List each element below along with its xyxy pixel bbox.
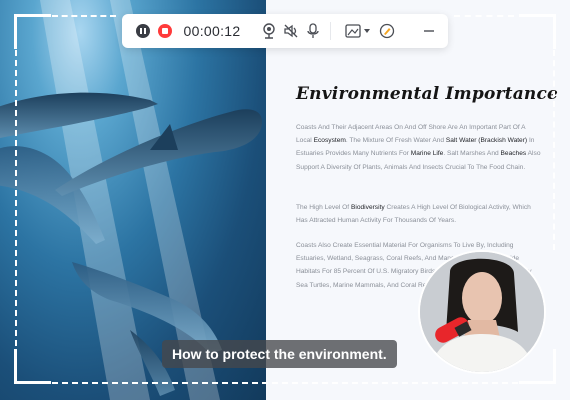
recording-toolbar: 00:00:12 <box>122 14 448 48</box>
pause-button[interactable] <box>134 22 152 40</box>
recording-timer: 00:00:12 <box>183 23 241 39</box>
microphone-button[interactable] <box>304 22 322 40</box>
paragraph-biodiversity: The High Level Of Biodiversity Creates A… <box>296 204 531 225</box>
microphone-icon <box>307 23 319 38</box>
webcam-button[interactable] <box>260 22 278 40</box>
stop-record-button[interactable] <box>156 22 174 40</box>
subtitle-caption: How to protect the environment. <box>162 340 397 368</box>
highlight-salt-water: Salt Water (Brackish Water) <box>445 137 528 145</box>
annotate-button[interactable] <box>378 22 396 40</box>
system-audio-button[interactable] <box>282 22 300 40</box>
frame-edge-top-right <box>454 15 514 17</box>
speaker-mute-icon <box>284 24 298 38</box>
screenshot-button[interactable] <box>344 22 362 40</box>
screenshot-icon <box>345 24 361 38</box>
highlight-marine-life: Marine Life <box>410 150 444 158</box>
webcam-overlay[interactable] <box>418 250 546 374</box>
caption-text: How to protect the environment. <box>172 346 387 362</box>
frame-corner-top-left[interactable] <box>14 14 51 49</box>
stop-record-icon <box>158 24 172 38</box>
minimize-button[interactable] <box>420 22 438 40</box>
minimize-icon <box>424 30 434 32</box>
highlight-beaches: Beaches <box>500 150 527 158</box>
paragraph-ecosystem: Coasts And Their Adjacent Areas On And O… <box>296 124 541 171</box>
highlight-biodiversity: Biodiversity <box>350 204 385 211</box>
toolbar-divider <box>330 22 331 40</box>
document-title: Environmental Importance <box>296 84 559 104</box>
frame-edge-right <box>553 50 555 250</box>
frame-edge-top-left <box>52 15 116 17</box>
frame-corner-top-right[interactable] <box>519 14 556 49</box>
presenter-portrait <box>420 252 544 372</box>
annotate-pen-icon <box>379 23 395 39</box>
frame-edge-left <box>15 50 17 346</box>
screenshot-options-dropdown[interactable] <box>362 22 372 40</box>
webcam-icon <box>263 23 275 39</box>
dropdown-chevron-icon <box>364 29 370 33</box>
frame-corner-bottom-left[interactable] <box>14 349 51 384</box>
highlight-ecosystem: Ecosystem <box>313 137 346 145</box>
frame-edge-bottom <box>52 382 518 384</box>
pause-icon <box>136 24 150 38</box>
